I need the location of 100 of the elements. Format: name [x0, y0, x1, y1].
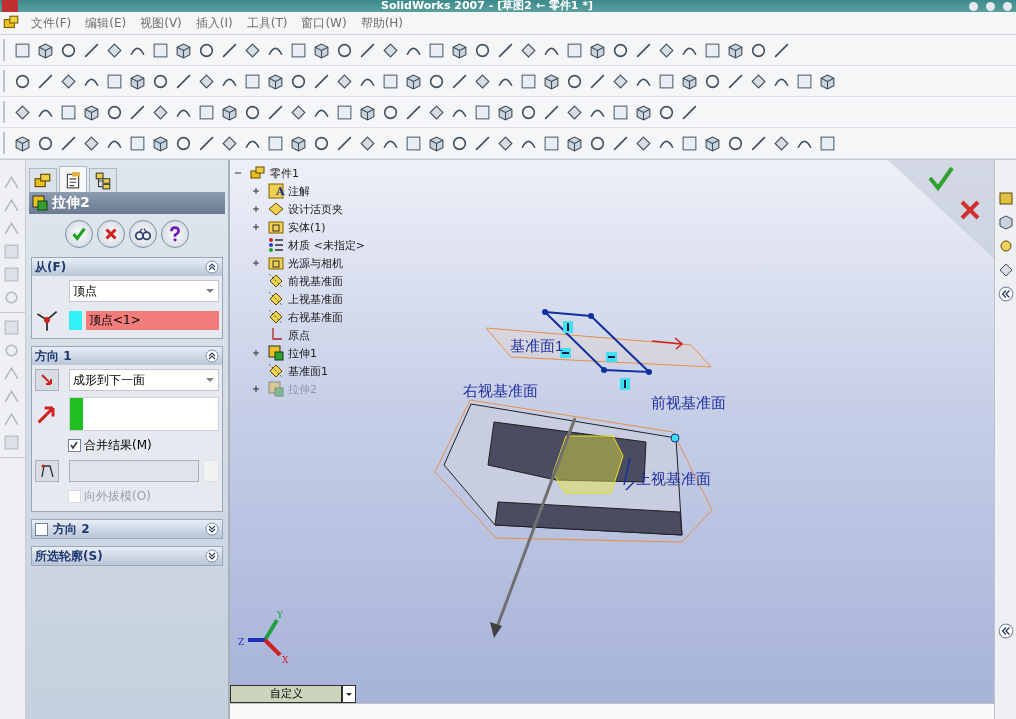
circle-icon[interactable] — [152, 72, 169, 90]
circle-icon[interactable] — [428, 72, 445, 90]
tree-item[interactable]: 基准面1 — [288, 363, 328, 379]
parts-tab[interactable] — [29, 168, 57, 192]
tree-item[interactable]: 光源与相机 — [288, 255, 343, 271]
start-condition-dropdown[interactable]: 顶点 — [69, 280, 219, 302]
checkbox[interactable] — [68, 439, 81, 452]
expand-icon[interactable] — [252, 187, 260, 195]
square-icon[interactable] — [566, 41, 583, 59]
selection-field[interactable]: 顶点<1> — [86, 310, 219, 330]
end-condition-dropdown[interactable]: 成形到下一面 — [69, 369, 219, 391]
tree-item[interactable]: 零件1 — [270, 165, 299, 181]
menu-item[interactable]: 编辑(E) — [78, 14, 134, 32]
tree-item[interactable]: 原点 — [288, 327, 310, 343]
circle-icon[interactable] — [589, 134, 606, 152]
cancel-x-icon[interactable] — [960, 200, 980, 220]
square-icon[interactable] — [14, 41, 31, 59]
expand-icon[interactable] — [997, 286, 1014, 302]
square-icon[interactable] — [474, 103, 491, 121]
circle-icon[interactable] — [106, 103, 123, 121]
circle-icon[interactable] — [750, 41, 767, 59]
square-icon[interactable] — [704, 41, 721, 59]
square-icon[interactable] — [520, 72, 537, 90]
circle-icon[interactable] — [198, 41, 215, 59]
section-header[interactable]: 方向 1 — [32, 347, 222, 365]
circle-icon[interactable] — [520, 103, 537, 121]
expand-icon[interactable] — [252, 205, 260, 213]
menu-item[interactable]: 窗口(W) — [294, 14, 354, 32]
collapse-icon[interactable] — [205, 260, 219, 274]
help-button[interactable] — [161, 220, 189, 248]
square-icon[interactable] — [681, 134, 698, 152]
section-header[interactable]: 方向 2 — [32, 520, 222, 538]
configuration-tab[interactable]: 自定义 — [230, 685, 342, 703]
expand-icon[interactable] — [205, 549, 219, 563]
preview-button[interactable] — [129, 220, 157, 248]
square-icon[interactable] — [152, 41, 169, 59]
section-header[interactable]: 从(F) — [32, 258, 222, 276]
circle-icon[interactable] — [336, 41, 353, 59]
expand-icon[interactable] — [252, 349, 260, 357]
expand-icon[interactable] — [252, 259, 260, 267]
tree-item[interactable]: 设计活页夹 — [288, 201, 343, 217]
square-icon[interactable] — [796, 72, 813, 90]
circle-icon[interactable] — [60, 41, 77, 59]
circle-icon[interactable] — [14, 72, 31, 90]
square-icon[interactable] — [129, 134, 146, 152]
circle-icon[interactable] — [727, 134, 744, 152]
expand-icon[interactable] — [997, 623, 1014, 639]
checkbox[interactable] — [35, 522, 48, 536]
tree-item[interactable]: 右视基准面 — [288, 309, 343, 325]
square-icon[interactable] — [290, 41, 307, 59]
circle-icon[interactable] — [290, 72, 307, 90]
circle-icon[interactable] — [244, 103, 261, 121]
menu-item[interactable]: 视图(V) — [133, 14, 189, 32]
tree-item[interactable]: 实体(1) — [288, 219, 326, 235]
menu-item[interactable]: 工具(T) — [239, 14, 295, 32]
dropdown-button[interactable] — [342, 685, 356, 703]
tree-item[interactable]: 注解 — [288, 183, 310, 199]
cancel-button[interactable] — [97, 220, 125, 248]
circle-icon[interactable] — [612, 41, 629, 59]
configuration-tab[interactable] — [89, 168, 117, 192]
collapse-icon[interactable] — [205, 349, 219, 363]
circle-icon[interactable] — [37, 134, 54, 152]
circle-icon[interactable] — [658, 103, 675, 121]
square-icon[interactable] — [60, 103, 77, 121]
ok-check-icon[interactable] — [928, 166, 954, 192]
circle-icon[interactable] — [704, 72, 721, 90]
circle-icon[interactable] — [997, 238, 1014, 254]
ok-button[interactable] — [65, 220, 93, 248]
square-icon[interactable] — [658, 72, 675, 90]
tree-item[interactable]: 拉伸1 — [288, 345, 317, 361]
tree-item[interactable]: 上视基准面 — [288, 291, 343, 307]
expand-icon[interactable] — [205, 522, 219, 536]
circle-icon[interactable] — [313, 134, 330, 152]
square-icon[interactable] — [543, 134, 560, 152]
tree-item[interactable]: 前视基准面 — [288, 273, 343, 289]
circle-icon[interactable] — [566, 72, 583, 90]
square-icon[interactable] — [336, 103, 353, 121]
square-icon[interactable] — [267, 134, 284, 152]
square-icon[interactable] — [106, 72, 123, 90]
draft-angle-field[interactable] — [69, 460, 199, 482]
menu-item[interactable]: 插入(I) — [188, 14, 240, 32]
square-icon[interactable] — [405, 134, 422, 152]
square-icon[interactable] — [244, 72, 261, 90]
reverse-direction-button[interactable] — [35, 369, 59, 391]
square-icon[interactable] — [612, 103, 629, 121]
square-icon[interactable] — [819, 134, 836, 152]
circle-icon[interactable] — [175, 134, 192, 152]
square-icon[interactable] — [997, 190, 1014, 206]
circle-icon[interactable] — [451, 134, 468, 152]
section-header[interactable]: 所选轮廓(S) — [32, 547, 222, 565]
circle-icon[interactable] — [474, 41, 491, 59]
square-icon[interactable] — [198, 103, 215, 121]
square-icon[interactable] — [382, 72, 399, 90]
circle-icon[interactable] — [382, 103, 399, 121]
expand-icon[interactable] — [252, 223, 260, 231]
draft-button[interactable] — [35, 460, 59, 482]
menu-item[interactable]: 帮助(H) — [353, 14, 411, 32]
properties-tab[interactable] — [59, 166, 87, 192]
square-icon[interactable] — [428, 41, 445, 59]
menu-item[interactable]: 文件(F) — [24, 14, 79, 32]
